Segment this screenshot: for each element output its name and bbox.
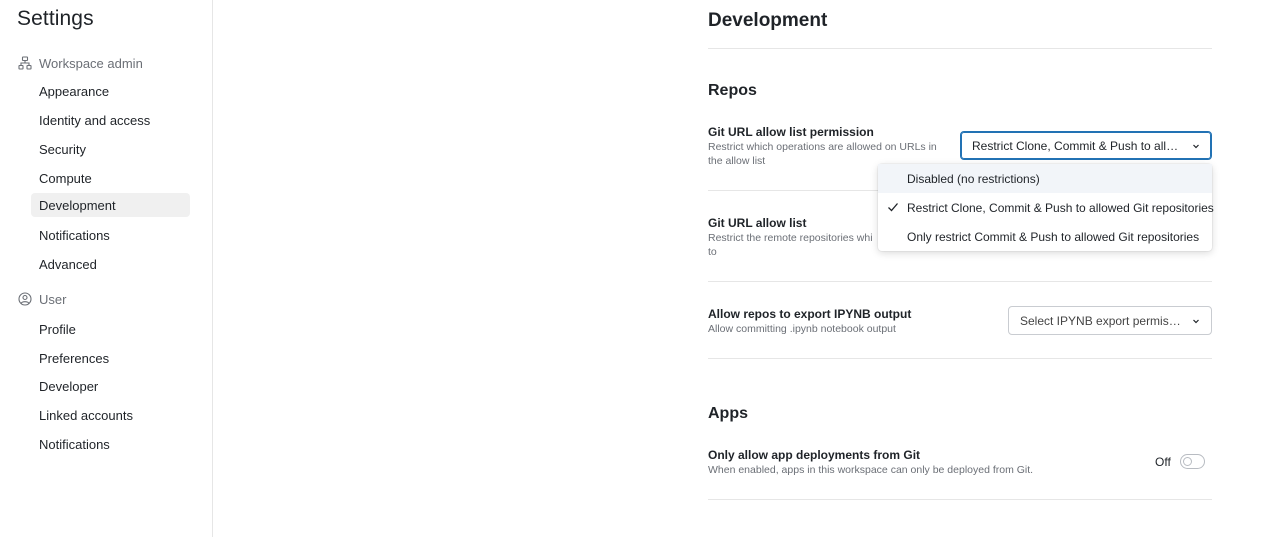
divider (708, 48, 1212, 49)
section-title-apps: Apps (708, 405, 748, 422)
git-url-permission-dropdown: Disabled (no restrictions) Restrict Clon… (878, 164, 1214, 251)
select-value: Restrict Clone, Commit & Push to allow..… (972, 138, 1183, 153)
group-header-label: Workspace admin (39, 55, 143, 71)
ipynb-export-select[interactable]: Select IPYNB export permissions (1008, 306, 1212, 335)
git-url-list-description-line2: to (708, 246, 717, 258)
workspace-icon (18, 56, 32, 70)
chevron-down-icon (1191, 316, 1201, 326)
git-url-list-description: Restrict the remote repositories whi (708, 232, 873, 244)
git-deploy-description: When enabled, apps in this workspace can… (708, 464, 1034, 476)
git-deploy-toggle[interactable] (1180, 454, 1205, 469)
section-title-repos: Repos (708, 82, 757, 99)
sidebar-item-linked-accounts[interactable]: Linked accounts (31, 403, 190, 427)
sidebar-item-profile[interactable]: Profile (31, 317, 190, 341)
dropdown-option-disabled[interactable]: Disabled (no restrictions) (878, 164, 1212, 193)
group-header-user: User (18, 290, 66, 308)
sidebar-item-preferences[interactable]: Preferences (31, 346, 190, 370)
sidebar-item-compute[interactable]: Compute (31, 166, 190, 190)
divider (708, 358, 1212, 359)
page-title: Development (708, 10, 828, 31)
sidebar-item-security[interactable]: Security (31, 137, 190, 161)
dropdown-option-restrict-clone-commit-push[interactable]: Restrict Clone, Commit & Push to allowed… (878, 193, 1214, 222)
divider (708, 499, 1212, 500)
sidebar-item-user-notifications[interactable]: Notifications (31, 432, 190, 456)
user-circle-icon (18, 292, 32, 306)
dropdown-option-restrict-commit-push[interactable]: Only restrict Commit & Push to allowed G… (878, 222, 1212, 251)
dropdown-option-label: Restrict Clone, Commit & Push to allowed… (907, 200, 1214, 215)
toggle-state-label: Off (1155, 455, 1171, 469)
sidebar-item-appearance[interactable]: Appearance (31, 79, 190, 103)
git-deploy-label: Only allow app deployments from Git (708, 448, 921, 462)
group-header-workspace-admin: Workspace admin (18, 54, 143, 72)
toggle-knob (1183, 457, 1192, 466)
sidebar-item-identity-and-access[interactable]: Identity and access (31, 108, 190, 132)
select-placeholder: Select IPYNB export permissions (1020, 313, 1183, 328)
sidebar-item-notifications[interactable]: Notifications (31, 223, 190, 247)
group-header-label: User (39, 291, 67, 307)
sidebar-item-advanced[interactable]: Advanced (31, 252, 190, 276)
sidebar-item-development[interactable]: Development (31, 193, 190, 217)
ipynb-export-label: Allow repos to export IPYNB output (708, 307, 912, 321)
settings-sidebar: Settings Workspace admin Appearance Iden… (0, 0, 213, 537)
git-url-permission-select[interactable]: Restrict Clone, Commit & Push to allow..… (960, 131, 1212, 160)
checkmark-icon (887, 201, 899, 213)
divider (708, 281, 1212, 282)
git-url-permission-label: Git URL allow list permission (708, 125, 874, 139)
chevron-down-icon (1191, 141, 1201, 151)
sidebar-item-developer[interactable]: Developer (31, 374, 190, 398)
sidebar-title: Settings (17, 7, 94, 30)
ipynb-export-description: Allow committing .ipynb notebook output (708, 323, 896, 335)
git-url-list-label: Git URL allow list (708, 216, 807, 230)
